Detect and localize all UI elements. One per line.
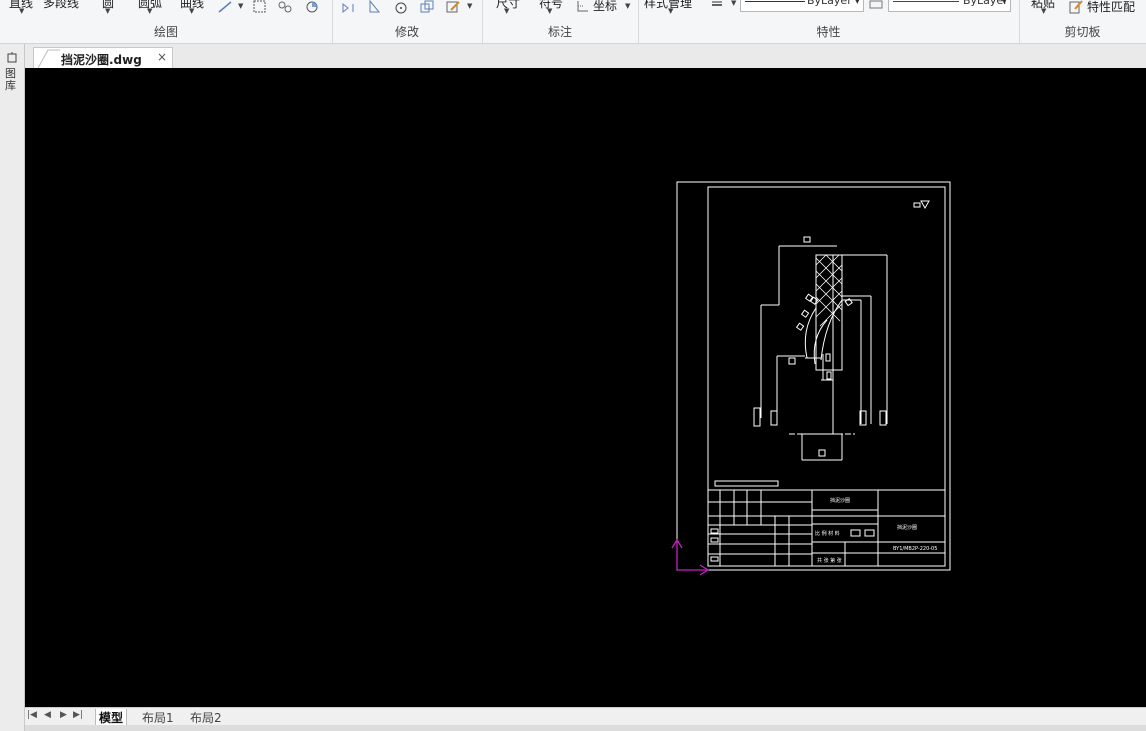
rectangle-icon[interactable] <box>252 0 268 14</box>
ribbon-group-modify: ▼ 修改 <box>332 0 483 43</box>
symbol-chevron-down-icon[interactable]: ▼ <box>547 7 552 15</box>
arc-tool-chevron-down-icon[interactable]: ▼ <box>147 7 152 15</box>
group-caption-dimension: 标注 <box>547 25 572 39</box>
ribbon-group-properties: 样式管理 ▼ ▼ ByLayer ▼ ByLayer ▼ 特性 <box>638 0 1020 43</box>
hatch-icon[interactable] <box>277 0 293 14</box>
technical-note <box>714 480 779 487</box>
xline-icon[interactable] <box>217 0 233 14</box>
rotate-icon[interactable] <box>393 0 409 14</box>
next-layout-icon[interactable]: ▶ <box>60 710 67 720</box>
first-layout-icon[interactable]: |◀ <box>27 710 37 720</box>
color-preview <box>893 1 959 2</box>
ribbon: 直线 ▼ 多段线 圆 ▼ 圆弧 ▼ 曲线 ▼ ▼ 绘图 ▼ 修改 尺寸 ▼ 符号… <box>0 0 1146 44</box>
tab-layout1[interactable]: 布局1 <box>139 709 177 726</box>
polyline-tool[interactable]: 多段线 <box>43 0 79 11</box>
drawing-canvas[interactable]: 挡泥沙圈 挡泥沙圈 BY1/MB2P-220-05 比 例 材 料 共 张 第 … <box>25 68 1146 707</box>
match-properties-icon[interactable] <box>1068 0 1084 14</box>
sheet-outer-border <box>676 181 951 571</box>
group-caption-draw: 绘图 <box>153 25 178 39</box>
document-tab-name: 挡泥沙圈.dwg <box>61 53 142 67</box>
group-caption-modify: 修改 <box>394 25 419 39</box>
ribbon-group-dimension: 尺寸 ▼ 符号 ▼ 坐标 ▼ 标注 <box>482 0 639 43</box>
linetype-chevron-down-icon[interactable]: ▼ <box>855 0 860 8</box>
stretch-icon[interactable] <box>367 0 383 14</box>
lineweight-icon[interactable] <box>710 0 726 14</box>
copy-icon[interactable] <box>419 0 435 14</box>
group-caption-clipboard: 剪切板 <box>1064 25 1101 39</box>
region-icon[interactable] <box>304 0 320 14</box>
linetype-value: ByLayer <box>807 0 852 7</box>
lineweight-swatch-icon <box>869 0 883 9</box>
roughness-symbol <box>913 200 930 210</box>
ribbon-group-clipboard: 粘贴 ▼ 特性匹配 剪切板 <box>1019 0 1146 43</box>
ucs-axis-icon <box>671 538 710 576</box>
signature-row-text: 共 张 第 张 <box>817 557 842 564</box>
mirror-icon[interactable] <box>340 0 356 14</box>
prev-layout-icon[interactable]: ◀ <box>44 710 51 720</box>
group-caption-properties: 特性 <box>816 25 841 39</box>
drawing-number-text: BY1/MB2P-220-05 <box>893 546 937 552</box>
pin-icon[interactable] <box>6 52 18 64</box>
library-panel-tab[interactable]: 图库 <box>5 68 19 92</box>
hatch-pattern <box>815 254 843 327</box>
dwg-file-icon <box>38 49 60 68</box>
scale-row-text: 比 例 材 料 <box>815 530 840 537</box>
last-layout-icon[interactable]: ▶| <box>73 710 83 720</box>
match-properties-tool[interactable]: 特性匹配 <box>1087 0 1135 15</box>
tab-layout2[interactable]: 布局2 <box>187 709 225 726</box>
edit-icon[interactable] <box>445 0 461 14</box>
layout-tab-bar: |◀ ◀ ▶ ▶| 模型 布局1 布局2 <box>25 707 1146 727</box>
color-combo[interactable]: ByLayer ▼ <box>888 0 1011 12</box>
curve-tool-chevron-down-icon[interactable]: ▼ <box>189 7 194 15</box>
document-tab[interactable]: 挡泥沙圈.dwg × <box>33 47 173 68</box>
document-tab-bar: 挡泥沙圈.dwg × <box>25 44 1146 68</box>
drawing-svg: 挡泥沙圈 挡泥沙圈 BY1/MB2P-220-05 比 例 材 料 共 张 第 … <box>671 181 951 576</box>
linetype-combo[interactable]: ByLayer ▼ <box>740 0 864 12</box>
coordinate-icon[interactable] <box>575 0 591 13</box>
circle-tool-chevron-down-icon[interactable]: ▼ <box>105 7 110 15</box>
horizontal-scrollbar[interactable] <box>25 725 1146 731</box>
coordinate-tool[interactable]: 坐标 <box>593 0 617 14</box>
paste-chevron-down-icon[interactable]: ▼ <box>1041 7 1046 15</box>
modify-chevron-down-icon[interactable]: ▼ <box>467 2 472 10</box>
part-drawing <box>753 236 888 461</box>
lineweight-chevron-down-icon[interactable]: ▼ <box>731 0 736 7</box>
xline-chevron-down-icon[interactable]: ▼ <box>238 2 243 10</box>
dimension-chevron-down-icon[interactable]: ▼ <box>504 7 509 15</box>
ribbon-group-draw: 直线 ▼ 多段线 圆 ▼ 圆弧 ▼ 曲线 ▼ ▼ 绘图 <box>0 0 333 43</box>
close-icon[interactable]: × <box>157 50 167 64</box>
title-cell-text: 挡泥沙圈 <box>830 497 850 504</box>
coordinate-chevron-down-icon[interactable]: ▼ <box>625 2 630 10</box>
name-cell-text: 挡泥沙圈 <box>897 524 917 531</box>
line-tool-chevron-down-icon[interactable]: ▼ <box>19 7 24 15</box>
style-manager-chevron-down-icon[interactable]: ▼ <box>668 7 673 15</box>
side-panel: 图库 <box>0 44 25 731</box>
linetype-preview <box>745 1 805 2</box>
color-chevron-down-icon[interactable]: ▼ <box>1002 0 1007 8</box>
